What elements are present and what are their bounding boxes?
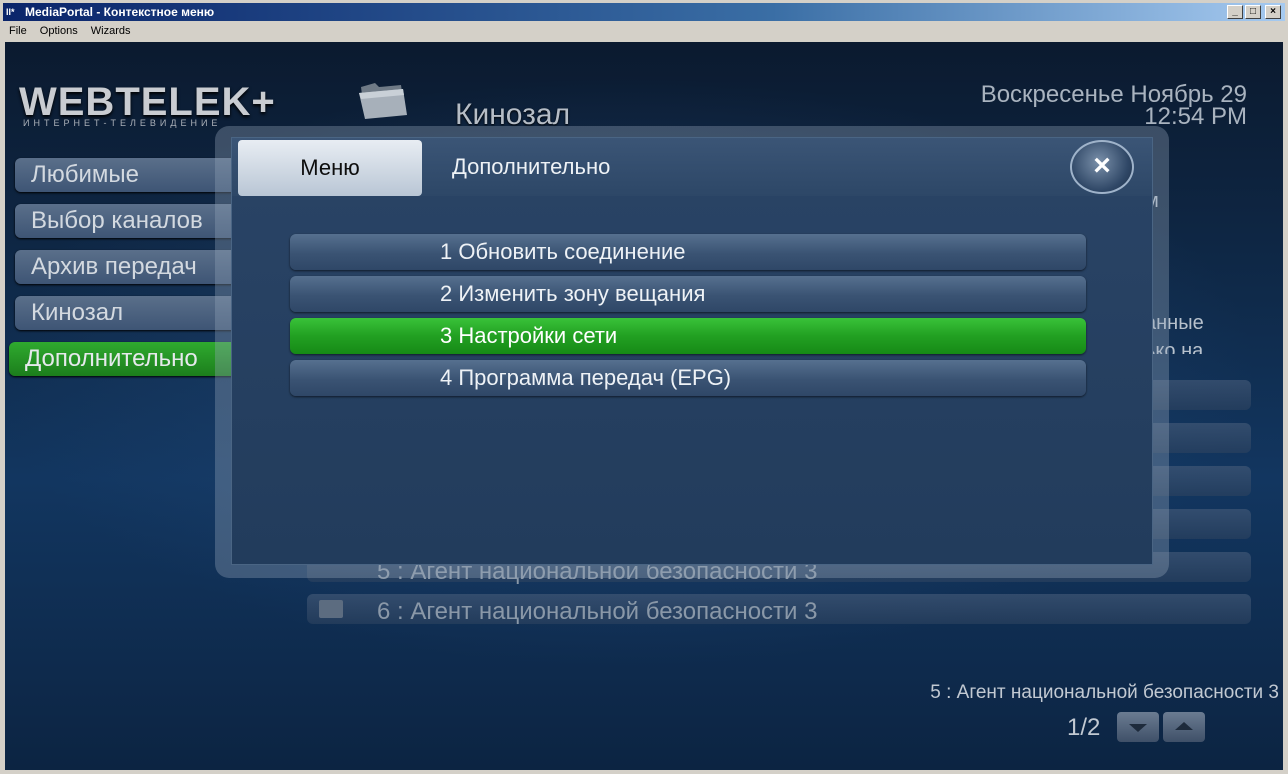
close-window-button[interactable]: ×: [1265, 5, 1281, 19]
title-bar[interactable]: II* MediaPortal - Контекстное меню _ □ ×: [3, 3, 1285, 21]
minimize-button[interactable]: _: [1227, 5, 1243, 19]
page-indicator: 1/2: [1067, 714, 1101, 741]
menu-file[interactable]: File: [9, 25, 27, 37]
page-down-button[interactable]: [1117, 712, 1159, 742]
menu-item-network-settings[interactable]: 3 Настройки сети: [290, 318, 1086, 354]
sidebar-item-favorites[interactable]: Любимые: [15, 158, 245, 192]
page-up-button[interactable]: [1163, 712, 1205, 742]
dialog-header: Меню Дополнительно ×: [232, 138, 1152, 196]
menu-options[interactable]: Options: [40, 25, 78, 37]
window-title: MediaPortal - Контекстное меню: [25, 5, 215, 19]
maximize-button[interactable]: □: [1245, 5, 1261, 19]
sidebar-item-cinema[interactable]: Кинозал: [15, 296, 245, 330]
dialog-close-button[interactable]: ×: [1070, 140, 1134, 194]
menu-wizards[interactable]: Wizards: [91, 25, 131, 37]
list-item-label: 6 : Агент национальной безопасности 3: [377, 598, 818, 625]
sidebar-item-additional[interactable]: Дополнительно: [9, 342, 239, 376]
video-file-icon: [319, 600, 343, 618]
menu-item-refresh-connection[interactable]: 1 Обновить соединение: [290, 234, 1086, 270]
chevron-up-icon: [1175, 722, 1193, 730]
menu-item-change-region[interactable]: 2 Изменить зону вещания: [290, 276, 1086, 312]
context-menu-dialog: Меню Дополнительно × 1 Обновить соединен…: [231, 137, 1153, 565]
selected-item-label: 5 : Агент национальной безопасности 3: [930, 682, 1279, 703]
menu-tab[interactable]: Меню: [238, 140, 422, 196]
close-icon: ×: [1093, 149, 1111, 182]
logo-subtitle: ИНТЕРНЕТ-ТЕЛЕВИДЕНИЕ: [23, 118, 222, 128]
chevron-down-icon: [1129, 724, 1147, 732]
dialog-title: Дополнительно: [452, 154, 611, 179]
folder-icon: [359, 83, 407, 119]
date-time: Воскресенье Ноябрь 29 12:54 PM: [981, 83, 1247, 130]
time-label: 12:54 PM: [1144, 103, 1247, 130]
menu-item-epg[interactable]: 4 Программа передач (EPG): [290, 360, 1086, 396]
sidebar-item-channels[interactable]: Выбор каналов: [15, 204, 245, 238]
mediaportal-icon: II*: [6, 7, 15, 17]
sidebar-item-archive[interactable]: Архив передач: [15, 250, 245, 284]
window-controls: _ □ ×: [1227, 5, 1281, 19]
media-portal-screen: WEBTELEK+ ИНТЕРНЕТ-ТЕЛЕВИДЕНИЕ Кинозал В…: [5, 42, 1283, 770]
menu-bar: File Options Wizards: [3, 22, 1285, 41]
